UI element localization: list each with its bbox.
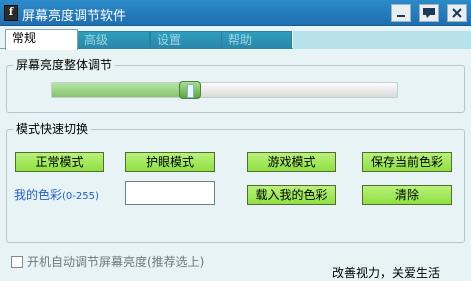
game-mode-button[interactable]: 游戏模式 xyxy=(247,152,336,172)
brightness-slider-thumb[interactable] xyxy=(179,81,201,99)
tab-advanced[interactable]: 高级 xyxy=(77,31,150,49)
slogan-text: 改善视力，关爱生活 xyxy=(332,266,441,280)
my-color-text: 我的色彩 xyxy=(14,188,63,202)
minimize-button[interactable] xyxy=(391,4,411,22)
message-icon xyxy=(423,8,435,18)
my-color-input[interactable] xyxy=(125,181,215,205)
my-color-label: 我的色彩(0-255) xyxy=(14,186,99,203)
close-button[interactable] xyxy=(447,4,467,22)
brightness-group: 屏幕亮度整体调节 xyxy=(6,58,465,113)
tab-help[interactable]: 帮助 xyxy=(221,31,292,49)
autostart-label: 开机自动调节屏幕亮度(推荐选上) xyxy=(27,255,205,269)
normal-mode-button[interactable]: 正常模式 xyxy=(15,152,104,172)
tab-settings[interactable]: 设置 xyxy=(150,31,222,49)
general-panel: 屏幕亮度整体调节 模式快速切换 正常模式 护眼模式 游戏模式 保存当前色彩 我的… xyxy=(0,49,471,281)
app-icon: f xyxy=(4,5,18,21)
load-color-button[interactable]: 载入我的色彩 xyxy=(247,185,336,205)
save-color-button[interactable]: 保存当前色彩 xyxy=(362,152,452,172)
clear-button[interactable]: 清除 xyxy=(362,185,452,205)
my-color-range: (0-255) xyxy=(62,191,99,202)
close-icon xyxy=(452,8,462,18)
title-bar: f 屏幕亮度调节软件 xyxy=(0,0,471,26)
minimize-icon xyxy=(397,15,405,17)
brightness-group-title: 屏幕亮度整体调节 xyxy=(13,58,116,72)
eye-care-mode-button[interactable]: 护眼模式 xyxy=(125,152,215,172)
message-button[interactable] xyxy=(419,4,439,22)
tab-general[interactable]: 常规 xyxy=(5,29,78,50)
autostart-checkbox[interactable] xyxy=(11,256,23,268)
brightness-slider[interactable] xyxy=(51,81,398,99)
mode-group: 模式快速切换 正常模式 护眼模式 游戏模式 保存当前色彩 我的色彩(0-255)… xyxy=(6,122,465,243)
tab-strip-fill xyxy=(293,31,471,49)
tab-bar: 常规 高级 设置 帮助 xyxy=(0,27,471,50)
window-title: 屏幕亮度调节软件 xyxy=(22,9,127,24)
mode-group-title: 模式快速切换 xyxy=(13,122,92,136)
brightness-slider-fill xyxy=(52,83,190,97)
